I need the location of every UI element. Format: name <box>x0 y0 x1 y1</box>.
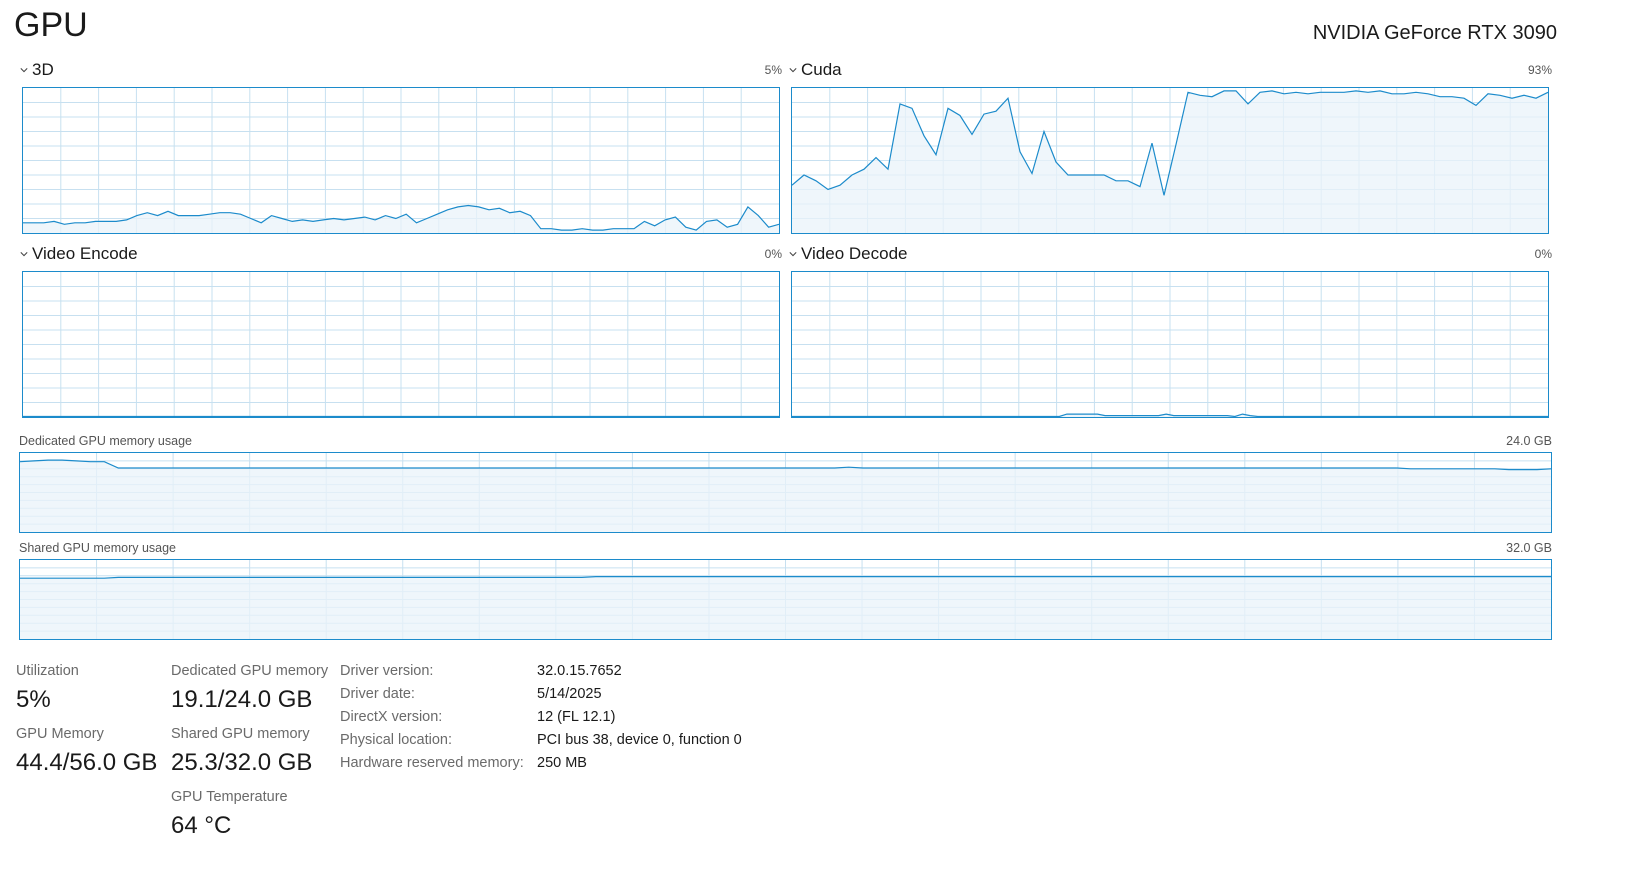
graph-shared-memory <box>19 559 1552 640</box>
driver-version-label: Driver version: <box>340 663 434 679</box>
chevron-down-icon <box>789 252 797 257</box>
shared-memory-value: 25.3/32.0 GB <box>171 749 313 776</box>
graph-encode-percent: 0% <box>764 247 782 261</box>
graph-cuda-label: Cuda <box>801 60 842 79</box>
dedicated-memory-label: Dedicated GPU memory <box>171 663 329 679</box>
graph-dedicated-memory <box>19 452 1552 533</box>
dedicated-memory-graph-max: 24.0 GB <box>1506 434 1552 448</box>
graph-decode-percent: 0% <box>1534 247 1552 261</box>
graph-3d <box>22 87 780 234</box>
shared-memory-label: Shared GPU memory <box>171 726 310 742</box>
utilization-label: Utilization <box>16 663 79 679</box>
graph-decode-label: Video Decode <box>801 244 908 263</box>
dedicated-area <box>20 460 1551 532</box>
graph-cuda <box>791 87 1549 234</box>
chevron-down-icon <box>789 68 797 73</box>
graph-3d-percent: 5% <box>764 63 782 77</box>
gpu-memory-value: 44.4/56.0 GB <box>16 749 158 776</box>
driver-version-value: 32.0.15.7652 <box>537 663 622 679</box>
dedicated-memory-graph-label: Dedicated GPU memory usage <box>19 434 192 448</box>
chevron-down-icon <box>20 252 28 257</box>
chevron-down-icon <box>20 68 28 73</box>
driver-date-value: 5/14/2025 <box>537 686 602 702</box>
gpu-temperature-label: GPU Temperature <box>171 789 288 805</box>
shared-area <box>20 576 1551 639</box>
graph-encode-header[interactable]: Video Encode <box>20 244 138 264</box>
dedicated-memory-value: 19.1/24.0 GB <box>171 686 313 713</box>
utilization-value: 5% <box>16 686 51 713</box>
gpu-memory-label: GPU Memory <box>16 726 104 742</box>
gpu-device-name: NVIDIA GeForce RTX 3090 <box>1312 22 1557 44</box>
directx-version-value: 12 (FL 12.1) <box>537 709 616 725</box>
graph-video-decode <box>791 271 1549 418</box>
physical-location-value: PCI bus 38, device 0, function 0 <box>537 732 742 748</box>
graph-3d-label: 3D <box>32 60 54 79</box>
directx-version-label: DirectX version: <box>340 709 443 725</box>
graph-encode-label: Video Encode <box>32 244 138 263</box>
graph-3d-header[interactable]: 3D <box>20 60 54 80</box>
hardware-reserved-memory-value: 250 MB <box>537 755 587 771</box>
graph-video-encode <box>22 271 780 418</box>
graph-cuda-percent: 93% <box>1527 63 1552 77</box>
hardware-reserved-memory-label: Hardware reserved memory: <box>340 755 524 771</box>
shared-memory-graph-label: Shared GPU memory usage <box>19 541 177 555</box>
shared-memory-graph-max: 32.0 GB <box>1506 541 1552 555</box>
driver-date-label: Driver date: <box>340 686 415 702</box>
gpu-temperature-value: 64 °C <box>171 812 232 839</box>
graph-cuda-header[interactable]: Cuda <box>789 60 842 80</box>
graph-decode-header[interactable]: Video Decode <box>789 244 908 264</box>
page-title: GPU <box>14 6 88 44</box>
physical-location-label: Physical location: <box>340 732 453 748</box>
